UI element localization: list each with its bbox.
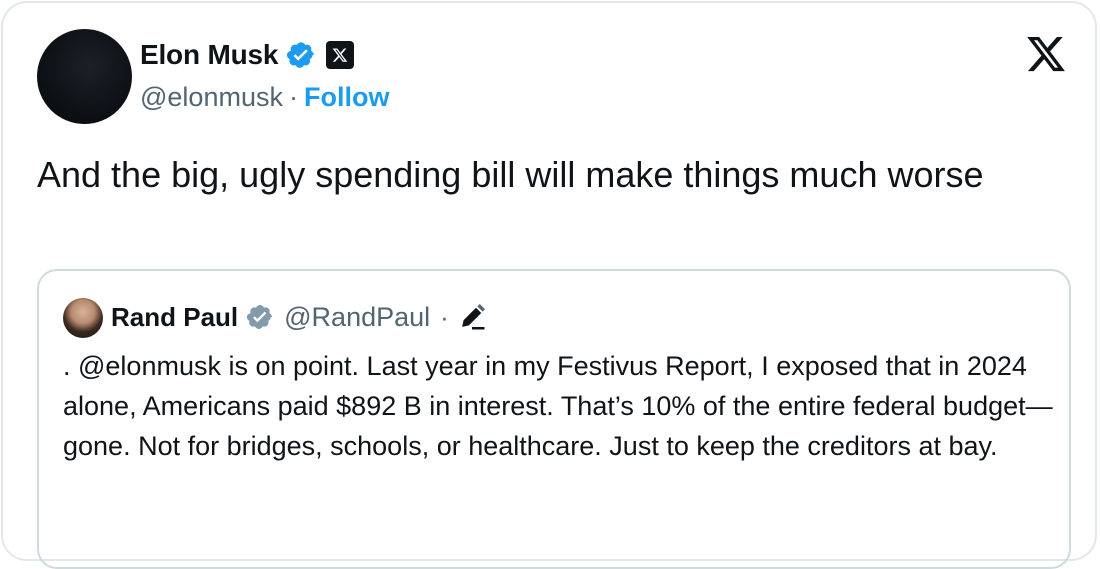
- pencil-icon: [461, 304, 485, 330]
- quoted-author-name[interactable]: Rand Paul: [111, 302, 238, 333]
- tweet-text: And the big, ugly spending bill will mak…: [37, 154, 984, 195]
- follow-button[interactable]: Follow: [304, 82, 389, 113]
- verified-badge-icon: [287, 42, 315, 68]
- quoted-author-row: Rand Paul @RandPaul ·: [111, 299, 487, 335]
- quoted-tweet[interactable]: Rand Paul @RandPaul · . @elonmusk is on …: [37, 269, 1071, 569]
- quoted-author-handle[interactable]: @RandPaul: [284, 302, 430, 333]
- quoted-tweet-text: . @elonmusk is on point. Last year in my…: [63, 351, 1053, 461]
- author-avatar[interactable]: [37, 29, 132, 124]
- separator-dot: ·: [288, 82, 298, 112]
- x-logo-icon[interactable]: [1024, 33, 1068, 75]
- government-verified-badge-icon: [247, 305, 273, 329]
- quoted-author-avatar[interactable]: [63, 298, 103, 338]
- quoted-separator-dot: ·: [440, 301, 449, 332]
- author-name-row: Elon Musk: [140, 37, 355, 73]
- x-affiliate-badge-icon: [326, 41, 355, 69]
- author-handle[interactable]: @elonmusk: [140, 82, 283, 113]
- author-handle-row: @elonmusk · Follow: [140, 82, 389, 113]
- tweet-card: Elon Musk @elonmusk · Follow And the big…: [1, 1, 1097, 569]
- author-name[interactable]: Elon Musk: [140, 39, 278, 71]
